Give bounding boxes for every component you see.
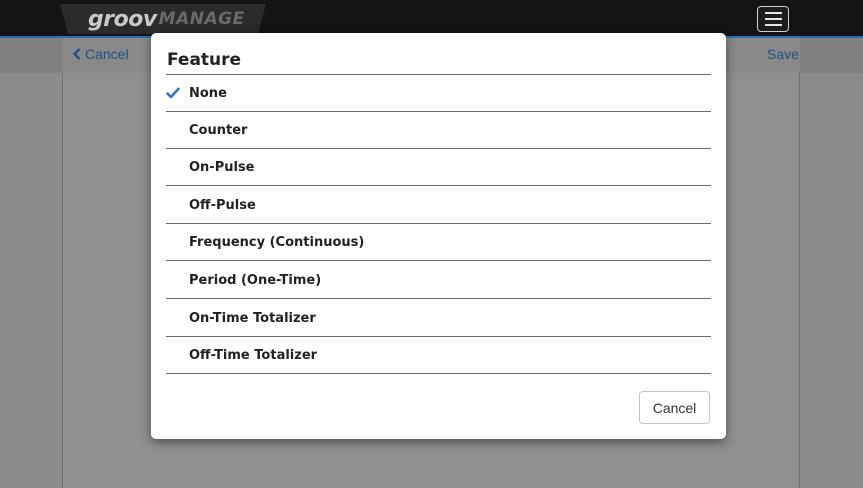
- option-label: Frequency (Continuous): [189, 234, 365, 250]
- option-period-one-time[interactable]: Period (One-Time): [166, 262, 711, 299]
- option-off-pulse[interactable]: Off-Pulse: [166, 187, 711, 224]
- checkmark-icon: [166, 87, 189, 99]
- option-none[interactable]: None: [166, 75, 711, 112]
- option-counter[interactable]: Counter: [166, 112, 711, 149]
- toolbar-cancel-link[interactable]: Cancel: [72, 46, 129, 62]
- option-label: Period (One-Time): [189, 272, 322, 288]
- option-label: Off-Pulse: [189, 197, 256, 213]
- hamburger-icon: [764, 12, 782, 14]
- option-label: Off-Time Totalizer: [189, 347, 318, 363]
- option-label: None: [189, 85, 227, 101]
- dialog-cancel-button[interactable]: Cancel: [639, 391, 710, 424]
- logo-groov-text: groov: [88, 6, 157, 32]
- toolbar-save-link[interactable]: Save: [767, 46, 799, 62]
- option-on-pulse[interactable]: On-Pulse: [166, 149, 711, 186]
- option-label: Counter: [189, 122, 248, 138]
- option-off-time-totalizer[interactable]: Off-Time Totalizer: [166, 337, 711, 374]
- toolbar-cancel-label: Cancel: [85, 46, 129, 62]
- option-label: On-Time Totalizer: [189, 310, 316, 326]
- feature-dialog: Feature None Counter On-Pulse Off-Pulse …: [151, 33, 726, 439]
- hamburger-menu-button[interactable]: [757, 6, 789, 32]
- logo-manage-text: MANAGE: [158, 9, 245, 29]
- chevron-left-icon: [72, 48, 81, 60]
- app-logo: groov MANAGE: [60, 4, 266, 34]
- option-on-time-totalizer[interactable]: On-Time Totalizer: [166, 300, 711, 337]
- dialog-title: Feature: [167, 50, 242, 70]
- option-frequency-continuous[interactable]: Frequency (Continuous): [166, 224, 711, 261]
- option-label: On-Pulse: [189, 159, 255, 175]
